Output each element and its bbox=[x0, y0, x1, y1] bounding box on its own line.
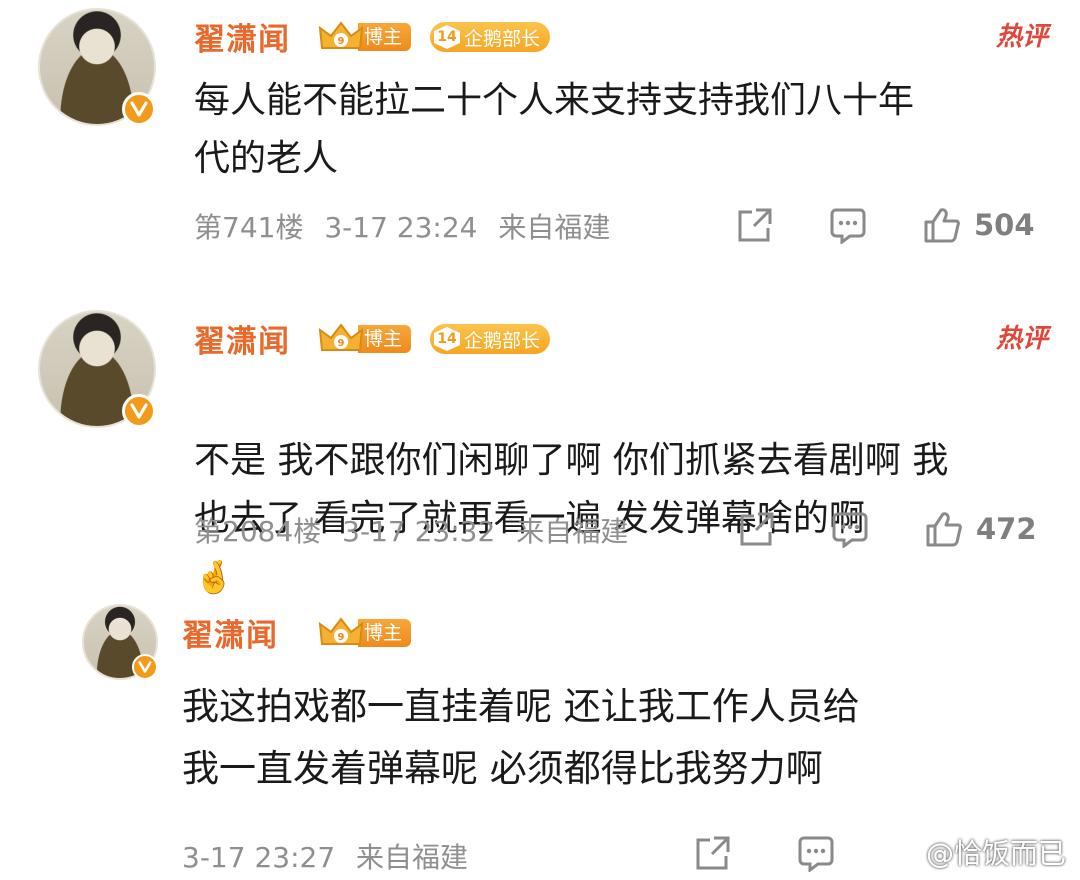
like-icon bbox=[924, 208, 960, 243]
reply-icon bbox=[830, 208, 866, 244]
reply-icon bbox=[832, 512, 868, 548]
weibo-logo-icon bbox=[883, 838, 921, 867]
share-icon bbox=[696, 836, 730, 870]
level-badge: 14 企鹅部长 bbox=[430, 324, 551, 354]
blogger-badge: 9 博主 bbox=[318, 322, 412, 356]
level-badge-label: 企鹅部长 bbox=[464, 27, 541, 50]
username[interactable]: 翟潇闻 bbox=[182, 610, 278, 655]
like-button[interactable]: 504 bbox=[922, 206, 1035, 244]
share-button[interactable] bbox=[736, 510, 776, 548]
comment-actions: 472 bbox=[0, 510, 1080, 550]
comment-1: 翟潇闻 9 博主 14 企鹅部长 热评 每人能不能拉二十个人来支持支持我们八十年… bbox=[0, 0, 1080, 290]
reply-button[interactable] bbox=[830, 510, 870, 548]
comment-actions: 504 bbox=[0, 206, 1080, 246]
like-count: 504 bbox=[974, 208, 1035, 242]
watermark-text: @恰饭而已 bbox=[925, 837, 1066, 870]
blogger-badge-label: 博主 bbox=[358, 619, 412, 647]
verified-icon bbox=[132, 654, 158, 680]
like-icon bbox=[926, 512, 962, 547]
svg-text:9: 9 bbox=[338, 632, 345, 643]
level-badge: 14 企鹅部长 bbox=[430, 22, 551, 52]
username[interactable]: 翟潇闻 bbox=[194, 316, 290, 361]
comment-text: 不是 我不跟你们闲聊了啊 你们抓紧去看剧啊 我 也去了 看完了就再看一遍 发发弹… bbox=[194, 374, 948, 606]
emoji-icon: 🤞 bbox=[194, 558, 234, 596]
reply-button[interactable] bbox=[828, 206, 868, 244]
crown-icon: 9 bbox=[318, 20, 364, 54]
verified-icon bbox=[122, 92, 156, 126]
share-button[interactable] bbox=[734, 206, 774, 244]
avatar[interactable] bbox=[38, 8, 156, 126]
blogger-badge: 9 博主 bbox=[318, 20, 412, 54]
like-button[interactable]: 472 bbox=[924, 510, 1037, 548]
svg-text:9: 9 bbox=[338, 338, 345, 349]
reply-button[interactable] bbox=[796, 834, 836, 872]
comment-2: 翟潇闻 9 博主 14 企鹅部长 热评 不是 我不跟你们闲聊了啊 你们抓紧去看剧… bbox=[0, 300, 1080, 596]
share-button[interactable] bbox=[692, 834, 732, 872]
blogger-badge: 9 博主 bbox=[318, 616, 412, 650]
comment-text: 我这拍戏都一直挂着呢 还让我工作人员给 我一直发着弹幕呢 必须都得比我努力啊 bbox=[182, 685, 860, 790]
username[interactable]: 翟潇闻 bbox=[194, 14, 290, 59]
blogger-badge-label: 博主 bbox=[358, 23, 412, 51]
share-icon bbox=[738, 208, 772, 242]
like-count: 472 bbox=[976, 512, 1037, 546]
level-badge-label: 企鹅部长 bbox=[464, 329, 541, 352]
hot-comment-tag: 热评 bbox=[995, 324, 1048, 354]
hot-comment-tag: 热评 bbox=[995, 22, 1048, 52]
share-icon bbox=[740, 512, 774, 546]
svg-text:9: 9 bbox=[338, 36, 345, 47]
avatar[interactable] bbox=[82, 604, 158, 680]
comment-text: 每人能不能拉二十个人来支持支持我们八十年 代的老人 bbox=[194, 80, 915, 179]
crown-icon: 9 bbox=[318, 322, 364, 356]
reply-icon bbox=[798, 836, 834, 872]
blogger-badge-label: 博主 bbox=[358, 325, 412, 353]
level-badge-number: 14 bbox=[434, 25, 460, 49]
avatar[interactable] bbox=[38, 310, 156, 428]
level-badge-number: 14 bbox=[434, 327, 460, 351]
verified-icon bbox=[122, 394, 156, 428]
watermark: @恰饭而已 bbox=[882, 832, 1066, 872]
crown-icon: 9 bbox=[318, 616, 364, 650]
